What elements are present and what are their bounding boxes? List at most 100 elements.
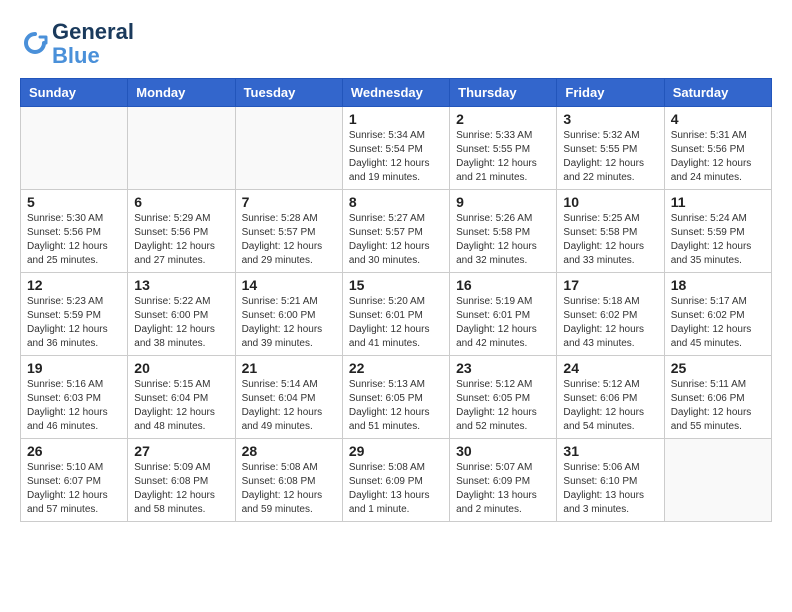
- day-info: Sunrise: 5:27 AM Sunset: 5:57 PM Dayligh…: [349, 212, 443, 268]
- day-info: Sunrise: 5:23 AM Sunset: 5:59 PM Dayligh…: [27, 295, 121, 351]
- day-number: 11: [671, 194, 765, 210]
- day-number: 26: [27, 443, 121, 459]
- day-info: Sunrise: 5:12 AM Sunset: 6:06 PM Dayligh…: [563, 378, 657, 434]
- calendar-cell: 16 Sunrise: 5:19 AM Sunset: 6:01 PM Dayli…: [450, 273, 557, 356]
- page-header: General Blue: [20, 20, 772, 68]
- calendar-cell: 20 Sunrise: 5:15 AM Sunset: 6:04 PM Dayli…: [128, 356, 235, 439]
- day-number: 21: [242, 360, 336, 376]
- logo-icon: [20, 29, 50, 59]
- calendar-cell: [664, 439, 771, 522]
- day-number: 25: [671, 360, 765, 376]
- day-number: 9: [456, 194, 550, 210]
- calendar-cell: 17Sunrise: 5:18 AM Sunset: 6:02 PM Dayli…: [557, 273, 664, 356]
- day-info: Sunrise: 5:25 AM Sunset: 5:58 PM Dayligh…: [563, 212, 657, 268]
- day-number: 24: [563, 360, 657, 376]
- calendar-cell: 22 Sunrise: 5:13 AM Sunset: 6:05 PM Dayli…: [342, 356, 449, 439]
- calendar-cell: 21 Sunrise: 5:14 AM Sunset: 6:04 PM Dayli…: [235, 356, 342, 439]
- day-number: 19: [27, 360, 121, 376]
- calendar-cell: 14 Sunrise: 5:21 AM Sunset: 6:00 PM Dayli…: [235, 273, 342, 356]
- calendar-cell: 31 Sunrise: 5:06 AM Sunset: 6:10 PM Dayli…: [557, 439, 664, 522]
- day-info: Sunrise: 5:20 AM Sunset: 6:01 PM Dayligh…: [349, 295, 443, 351]
- weekday-header-sunday: Sunday: [21, 79, 128, 107]
- weekday-header-wednesday: Wednesday: [342, 79, 449, 107]
- calendar-cell: 29Sunrise: 5:08 AM Sunset: 6:09 PM Dayli…: [342, 439, 449, 522]
- calendar-cell: [21, 107, 128, 190]
- logo-text: General Blue: [52, 20, 134, 68]
- day-info: Sunrise: 5:28 AM Sunset: 5:57 PM Dayligh…: [242, 212, 336, 268]
- calendar-cell: 7 Sunrise: 5:28 AM Sunset: 5:57 PM Daylig…: [235, 190, 342, 273]
- day-number: 6: [134, 194, 228, 210]
- day-info: Sunrise: 5:14 AM Sunset: 6:04 PM Dayligh…: [242, 378, 336, 434]
- calendar-cell: 3 Sunrise: 5:32 AM Sunset: 5:55 PM Daylig…: [557, 107, 664, 190]
- day-number: 3: [563, 111, 657, 127]
- day-number: 10: [563, 194, 657, 210]
- logo: General Blue: [20, 20, 134, 68]
- day-info: Sunrise: 5:12 AM Sunset: 6:05 PM Dayligh…: [456, 378, 550, 434]
- calendar-cell: 6Sunrise: 5:29 AM Sunset: 5:56 PM Daylig…: [128, 190, 235, 273]
- calendar-cell: [128, 107, 235, 190]
- day-info: Sunrise: 5:15 AM Sunset: 6:04 PM Dayligh…: [134, 378, 228, 434]
- calendar-week-3: 12 Sunrise: 5:23 AM Sunset: 5:59 PM Dayli…: [21, 273, 772, 356]
- calendar-cell: 11 Sunrise: 5:24 AM Sunset: 5:59 PM Dayli…: [664, 190, 771, 273]
- day-number: 29: [349, 443, 443, 459]
- day-info: Sunrise: 5:24 AM Sunset: 5:59 PM Dayligh…: [671, 212, 765, 268]
- day-number: 22: [349, 360, 443, 376]
- day-info: Sunrise: 5:19 AM Sunset: 6:01 PM Dayligh…: [456, 295, 550, 351]
- calendar-cell: 1Sunrise: 5:34 AM Sunset: 5:54 PM Daylig…: [342, 107, 449, 190]
- calendar: SundayMondayTuesdayWednesdayThursdayFrid…: [20, 78, 772, 522]
- day-number: 15: [349, 277, 443, 293]
- day-number: 17: [563, 277, 657, 293]
- day-info: Sunrise: 5:08 AM Sunset: 6:08 PM Dayligh…: [242, 461, 336, 517]
- calendar-week-4: 19 Sunrise: 5:16 AM Sunset: 6:03 PM Dayli…: [21, 356, 772, 439]
- calendar-cell: 4 Sunrise: 5:31 AM Sunset: 5:56 PM Daylig…: [664, 107, 771, 190]
- calendar-cell: 19 Sunrise: 5:16 AM Sunset: 6:03 PM Dayli…: [21, 356, 128, 439]
- weekday-header-tuesday: Tuesday: [235, 79, 342, 107]
- day-info: Sunrise: 5:21 AM Sunset: 6:00 PM Dayligh…: [242, 295, 336, 351]
- calendar-cell: 2 Sunrise: 5:33 AM Sunset: 5:55 PM Daylig…: [450, 107, 557, 190]
- calendar-week-2: 5 Sunrise: 5:30 AM Sunset: 5:56 PM Daylig…: [21, 190, 772, 273]
- day-number: 30: [456, 443, 550, 459]
- calendar-cell: 27Sunrise: 5:09 AM Sunset: 6:08 PM Dayli…: [128, 439, 235, 522]
- calendar-cell: 25 Sunrise: 5:11 AM Sunset: 6:06 PM Dayli…: [664, 356, 771, 439]
- calendar-cell: 10 Sunrise: 5:25 AM Sunset: 5:58 PM Dayli…: [557, 190, 664, 273]
- day-info: Sunrise: 5:06 AM Sunset: 6:10 PM Dayligh…: [563, 461, 657, 517]
- day-number: 31: [563, 443, 657, 459]
- day-info: Sunrise: 5:34 AM Sunset: 5:54 PM Dayligh…: [349, 129, 443, 185]
- day-number: 18: [671, 277, 765, 293]
- day-info: Sunrise: 5:33 AM Sunset: 5:55 PM Dayligh…: [456, 129, 550, 185]
- day-info: Sunrise: 5:13 AM Sunset: 6:05 PM Dayligh…: [349, 378, 443, 434]
- calendar-cell: 8 Sunrise: 5:27 AM Sunset: 5:57 PM Daylig…: [342, 190, 449, 273]
- calendar-cell: 24 Sunrise: 5:12 AM Sunset: 6:06 PM Dayli…: [557, 356, 664, 439]
- day-info: Sunrise: 5:11 AM Sunset: 6:06 PM Dayligh…: [671, 378, 765, 434]
- calendar-cell: 28 Sunrise: 5:08 AM Sunset: 6:08 PM Dayli…: [235, 439, 342, 522]
- day-number: 4: [671, 111, 765, 127]
- calendar-week-5: 26 Sunrise: 5:10 AM Sunset: 6:07 PM Dayli…: [21, 439, 772, 522]
- day-info: Sunrise: 5:22 AM Sunset: 6:00 PM Dayligh…: [134, 295, 228, 351]
- day-number: 28: [242, 443, 336, 459]
- weekday-header-monday: Monday: [128, 79, 235, 107]
- day-number: 16: [456, 277, 550, 293]
- calendar-cell: 18 Sunrise: 5:17 AM Sunset: 6:02 PM Dayli…: [664, 273, 771, 356]
- day-info: Sunrise: 5:32 AM Sunset: 5:55 PM Dayligh…: [563, 129, 657, 185]
- day-info: Sunrise: 5:07 AM Sunset: 6:09 PM Dayligh…: [456, 461, 550, 517]
- day-info: Sunrise: 5:16 AM Sunset: 6:03 PM Dayligh…: [27, 378, 121, 434]
- calendar-cell: 9 Sunrise: 5:26 AM Sunset: 5:58 PM Daylig…: [450, 190, 557, 273]
- calendar-cell: [235, 107, 342, 190]
- day-info: Sunrise: 5:31 AM Sunset: 5:56 PM Dayligh…: [671, 129, 765, 185]
- day-info: Sunrise: 5:30 AM Sunset: 5:56 PM Dayligh…: [27, 212, 121, 268]
- day-info: Sunrise: 5:10 AM Sunset: 6:07 PM Dayligh…: [27, 461, 121, 517]
- weekday-header-saturday: Saturday: [664, 79, 771, 107]
- day-number: 20: [134, 360, 228, 376]
- day-number: 8: [349, 194, 443, 210]
- weekday-header-row: SundayMondayTuesdayWednesdayThursdayFrid…: [21, 79, 772, 107]
- day-number: 12: [27, 277, 121, 293]
- day-info: Sunrise: 5:17 AM Sunset: 6:02 PM Dayligh…: [671, 295, 765, 351]
- day-number: 7: [242, 194, 336, 210]
- day-info: Sunrise: 5:26 AM Sunset: 5:58 PM Dayligh…: [456, 212, 550, 268]
- calendar-week-1: 1Sunrise: 5:34 AM Sunset: 5:54 PM Daylig…: [21, 107, 772, 190]
- day-number: 14: [242, 277, 336, 293]
- calendar-cell: 15 Sunrise: 5:20 AM Sunset: 6:01 PM Dayli…: [342, 273, 449, 356]
- day-number: 5: [27, 194, 121, 210]
- day-number: 2: [456, 111, 550, 127]
- day-number: 27: [134, 443, 228, 459]
